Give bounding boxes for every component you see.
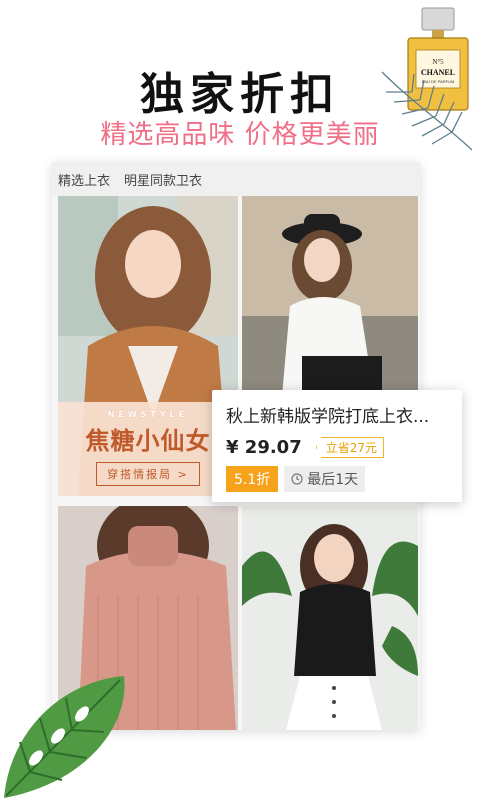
tab-featured-tops[interactable]: 精选上衣 bbox=[58, 170, 110, 189]
promo-banner[interactable]: NEWSTYLE 焦糖小仙女 穿搭情报局 > bbox=[58, 402, 238, 496]
product-title: 秋上新韩版学院打底上衣... bbox=[226, 407, 430, 427]
timer-badge: 最后1天 bbox=[284, 466, 366, 492]
promo-eyebrow: NEWSTYLE bbox=[107, 410, 189, 419]
headline: 独家折扣 bbox=[140, 69, 340, 120]
product-tile-black-top[interactable] bbox=[242, 506, 418, 730]
save-tag: 立省27元 bbox=[315, 437, 385, 458]
product-tile-white-shirt[interactable] bbox=[242, 196, 418, 396]
product-detail-card[interactable]: 秋上新韩版学院打底上衣... ¥ 29.07 立省27元 5.1折 最后1天 bbox=[212, 390, 462, 502]
product-image bbox=[242, 196, 418, 396]
product-tile-camel-coat[interactable]: NEWSTYLE 焦糖小仙女 穿搭情报局 > bbox=[58, 196, 238, 496]
timer-text: 最后1天 bbox=[307, 472, 359, 488]
promo-title: 焦糖小仙女 bbox=[85, 427, 211, 455]
discount-badge: 5.1折 bbox=[226, 466, 279, 492]
clock-icon bbox=[291, 473, 303, 485]
price-row: ¥ 29.07 立省27元 bbox=[226, 437, 448, 458]
subheadline: 精选高品味 价格更美丽 bbox=[100, 120, 380, 150]
monstera-leaf-decoration bbox=[4, 676, 125, 798]
product-image bbox=[242, 506, 418, 730]
promo-button[interactable]: 穿搭情报局 > bbox=[96, 462, 200, 486]
product-price: ¥ 29.07 bbox=[226, 437, 302, 458]
tab-star-hoodies[interactable]: 明星同款卫衣 bbox=[124, 170, 202, 189]
tag-row: 5.1折 最后1天 bbox=[226, 466, 448, 492]
category-tabs: 精选上衣 明星同款卫衣 bbox=[52, 162, 420, 196]
